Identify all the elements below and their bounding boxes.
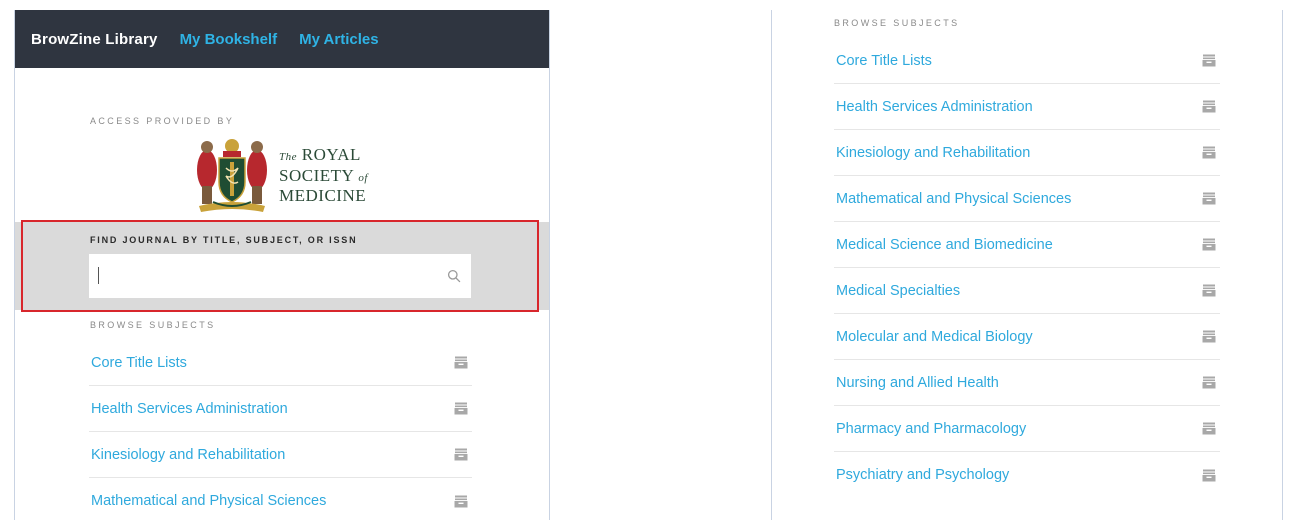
bookshelf-icon[interactable] bbox=[1202, 469, 1216, 482]
institution-logo: The ROYAL SOCIETY of MEDICINE bbox=[193, 136, 368, 216]
logo-wordmark: The ROYAL SOCIETY of MEDICINE bbox=[279, 145, 368, 207]
search-label: FIND JOURNAL BY TITLE, SUBJECT, OR ISSN bbox=[90, 235, 358, 245]
subject-row[interactable]: Molecular and Medical Biology bbox=[834, 314, 1220, 360]
text-caret bbox=[98, 267, 99, 284]
subject-row[interactable]: Mathematical and Physical Sciences bbox=[834, 176, 1220, 222]
subject-row[interactable]: Mathematical and Physical Sciences bbox=[89, 478, 472, 520]
logo-word-the: The bbox=[279, 150, 297, 163]
browse-subjects-label: BROWSE SUBJECTS bbox=[834, 18, 960, 28]
logo-line-3: MEDICINE bbox=[279, 186, 368, 207]
subject-label[interactable]: Core Title Lists bbox=[89, 355, 187, 371]
logo-word-royal: ROYAL bbox=[301, 144, 361, 164]
subject-row[interactable]: Health Services Administration bbox=[834, 84, 1220, 130]
search-input[interactable] bbox=[89, 255, 439, 297]
bookshelf-icon[interactable] bbox=[454, 356, 468, 369]
right-panel: BROWSE SUBJECTS Core Title Lists Health … bbox=[771, 10, 1283, 520]
screenshot-canvas: BrowZine Library My Bookshelf My Article… bbox=[0, 0, 1298, 520]
bookshelf-icon[interactable] bbox=[454, 402, 468, 415]
subject-list-left: Core Title Lists Health Services Adminis… bbox=[89, 340, 472, 520]
subject-row[interactable]: Kinesiology and Rehabilitation bbox=[89, 432, 472, 478]
bookshelf-icon[interactable] bbox=[1202, 422, 1216, 435]
subject-label[interactable]: Mathematical and Physical Sciences bbox=[834, 191, 1071, 207]
logo-line-2: SOCIETY of bbox=[279, 166, 368, 187]
subject-label[interactable]: Pharmacy and Pharmacology bbox=[834, 421, 1026, 437]
bookshelf-icon[interactable] bbox=[1202, 100, 1216, 113]
bookshelf-icon[interactable] bbox=[454, 448, 468, 461]
search-icon[interactable] bbox=[447, 269, 461, 283]
logo-line-1: The ROYAL bbox=[279, 145, 368, 166]
subject-list-right: Core Title Lists Health Services Adminis… bbox=[834, 38, 1220, 498]
subject-row[interactable]: Medical Specialties bbox=[834, 268, 1220, 314]
nav-link-my-articles[interactable]: My Articles bbox=[299, 31, 378, 48]
nav-link-my-bookshelf[interactable]: My Bookshelf bbox=[180, 31, 278, 48]
subject-label[interactable]: Health Services Administration bbox=[89, 401, 288, 417]
browse-subjects-label: BROWSE SUBJECTS bbox=[90, 320, 216, 330]
bookshelf-icon[interactable] bbox=[1202, 376, 1216, 389]
subject-label[interactable]: Medical Specialties bbox=[834, 283, 960, 299]
subject-label[interactable]: Core Title Lists bbox=[834, 53, 932, 69]
navbar: BrowZine Library My Bookshelf My Article… bbox=[15, 10, 549, 68]
bookshelf-icon[interactable] bbox=[1202, 54, 1216, 67]
nav-brand[interactable]: BrowZine Library bbox=[31, 31, 158, 48]
subject-label[interactable]: Medical Science and Biomedicine bbox=[834, 237, 1053, 253]
subject-row[interactable]: Kinesiology and Rehabilitation bbox=[834, 130, 1220, 176]
subject-row[interactable]: Core Title Lists bbox=[89, 340, 472, 386]
bookshelf-icon[interactable] bbox=[1202, 330, 1216, 343]
subject-row[interactable]: Nursing and Allied Health bbox=[834, 360, 1220, 406]
bookshelf-icon[interactable] bbox=[1202, 284, 1216, 297]
subject-label[interactable]: Mathematical and Physical Sciences bbox=[89, 493, 326, 509]
subject-row[interactable]: Medical Science and Biomedicine bbox=[834, 222, 1220, 268]
subject-row[interactable]: Core Title Lists bbox=[834, 38, 1220, 84]
logo-word-medicine: MEDICINE bbox=[279, 186, 367, 206]
bookshelf-icon[interactable] bbox=[454, 495, 468, 508]
access-provided-label: ACCESS PROVIDED BY bbox=[90, 116, 235, 126]
logo-word-society: SOCIETY bbox=[279, 165, 354, 185]
subject-label[interactable]: Psychiatry and Psychology bbox=[834, 467, 1009, 483]
subject-row[interactable]: Pharmacy and Pharmacology bbox=[834, 406, 1220, 452]
logo-word-of: of bbox=[358, 171, 368, 184]
subject-label[interactable]: Nursing and Allied Health bbox=[834, 375, 999, 391]
subject-label[interactable]: Molecular and Medical Biology bbox=[834, 329, 1033, 345]
search-box[interactable] bbox=[89, 254, 471, 298]
subject-label[interactable]: Health Services Administration bbox=[834, 99, 1033, 115]
subject-row[interactable]: Psychiatry and Psychology bbox=[834, 452, 1220, 498]
subject-label[interactable]: Kinesiology and Rehabilitation bbox=[89, 447, 285, 463]
bookshelf-icon[interactable] bbox=[1202, 146, 1216, 159]
bookshelf-icon[interactable] bbox=[1202, 238, 1216, 251]
bookshelf-icon[interactable] bbox=[1202, 192, 1216, 205]
subject-row[interactable]: Health Services Administration bbox=[89, 386, 472, 432]
crest-icon bbox=[197, 139, 267, 212]
left-panel: BrowZine Library My Bookshelf My Article… bbox=[14, 10, 550, 520]
subject-label[interactable]: Kinesiology and Rehabilitation bbox=[834, 145, 1030, 161]
